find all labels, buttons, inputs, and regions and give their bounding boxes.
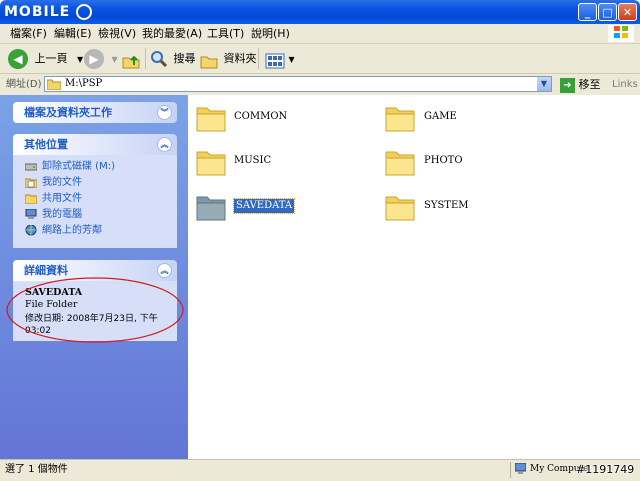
collapse-chevron-icon[interactable]: ︽ (157, 137, 172, 152)
address-folder-icon (46, 78, 62, 91)
folders-label: 資料夾 (223, 52, 257, 65)
other-places-panel: 其他位置 ︽ 卸除式磁碟 (M:) 我的文件 共用文件 我的電腦 網路上的芳鄰 (13, 134, 177, 248)
tasks-panel: 檔案及資料夾工作 ︾ (13, 102, 177, 123)
search-icon (150, 50, 168, 68)
tasks-panel-title: 檔案及資料夾工作 (24, 106, 112, 119)
views-button[interactable]: ▼ (265, 44, 295, 73)
folder-label: SYSTEM (424, 200, 469, 211)
close-button[interactable]: ✕ (618, 3, 637, 21)
link-label: 我的文件 (42, 177, 82, 188)
folder-label: MUSIC (234, 155, 272, 166)
my-documents-icon (24, 177, 38, 189)
folder-icon-selected (196, 193, 226, 221)
status-bar: 選了 1 個物件 My Compute #1191749 (0, 459, 640, 481)
network-icon (25, 224, 37, 236)
forward-button[interactable]: ▶ ▼ (84, 44, 118, 73)
expand-chevron-icon[interactable]: ︾ (157, 105, 172, 120)
back-label: 上一頁 (34, 52, 68, 65)
menu-edit[interactable]: 編輯(E) (54, 24, 92, 43)
tasks-panel-header[interactable]: 檔案及資料夾工作 ︾ (13, 102, 177, 123)
computer-status-icon (514, 462, 527, 475)
link-label: 共用文件 (42, 193, 82, 204)
status-text: 選了 1 個物件 (5, 464, 68, 475)
link-label: 卸除式磁碟 (M:) (42, 161, 115, 172)
search-label: 搜尋 (173, 52, 196, 65)
folder-label: PHOTO (424, 155, 463, 166)
back-button[interactable]: ◀ 上一頁 ▼ (8, 44, 83, 73)
logo-face-icon (76, 4, 93, 20)
up-folder-icon (122, 51, 140, 69)
file-view: COMMON GAME MUSIC PHOTO SAVEDATA SYSTEM (188, 95, 640, 459)
other-places-title: 其他位置 (24, 138, 68, 151)
menu-help[interactable]: 說明(H) (251, 24, 290, 43)
back-arrow-icon: ◀ (8, 49, 28, 69)
views-icon (265, 51, 285, 69)
watermark-logo: MOBILE (4, 1, 93, 23)
go-button[interactable]: ➜ 移至 (560, 76, 601, 93)
menu-bar: 檔案(F) 編輯(E) 檢視(V) 我的最愛(A) 工具(T) 說明(H) (0, 24, 640, 44)
address-dropdown-button[interactable]: ▼ (537, 77, 551, 91)
toolbar: ◀ 上一頁 ▼ ▶ ▼ 搜尋 資料夾 ▼ (0, 44, 640, 74)
folder-icon (385, 104, 415, 132)
menu-view[interactable]: 檢視(V) (98, 24, 136, 43)
menu-file[interactable]: 檔案(F) (10, 24, 47, 43)
annotation-ellipse (6, 277, 184, 343)
search-button[interactable]: 搜尋 (150, 44, 196, 73)
link-network-places[interactable]: 網路上的芳鄰 (13, 223, 177, 239)
folder-icon (385, 193, 415, 221)
folder-label: COMMON (234, 111, 288, 122)
folder-icon (196, 104, 226, 132)
menu-tools[interactable]: 工具(T) (207, 24, 244, 43)
title-bar: MOBILE _ □ ✕ (0, 0, 640, 24)
drive-icon (24, 161, 38, 172)
link-label: 網路上的芳鄰 (42, 225, 102, 236)
link-shared-documents[interactable]: 共用文件 (13, 191, 177, 207)
go-arrow-icon: ➜ (560, 77, 575, 93)
folder-label: GAME (424, 111, 457, 122)
toolbar-divider (145, 48, 146, 69)
folder-icon (196, 148, 226, 176)
link-my-computer[interactable]: 我的電腦 (13, 207, 177, 223)
folder-label: SAVEDATA (232, 198, 296, 214)
other-places-body: 卸除式磁碟 (M:) 我的文件 共用文件 我的電腦 網路上的芳鄰 (13, 155, 177, 248)
link-my-documents[interactable]: 我的文件 (13, 175, 177, 191)
menu-favorites[interactable]: 我的最愛(A) (142, 24, 202, 43)
shared-folder-icon (24, 193, 38, 205)
folders-icon (200, 51, 218, 69)
link-removable-disk[interactable]: 卸除式磁碟 (M:) (13, 159, 177, 175)
forward-arrow-icon: ▶ (84, 49, 104, 69)
other-places-header[interactable]: 其他位置 ︽ (13, 134, 177, 155)
status-divider (510, 462, 511, 478)
windows-logo-icon (608, 25, 634, 42)
toolbar-divider (258, 48, 259, 69)
address-bar: 網址(D) M:\PSP ▼ ➜ 移至 Links (0, 74, 640, 96)
logo-text: MOBILE (4, 4, 77, 20)
up-folder-button[interactable] (122, 44, 140, 73)
link-label: 我的電腦 (42, 209, 82, 220)
address-input[interactable]: M:\PSP ▼ (44, 76, 552, 92)
go-label: 移至 (578, 78, 601, 91)
address-value: M:\PSP (65, 78, 103, 89)
watermark-id: #1191749 (576, 463, 635, 476)
folder-icon (385, 148, 415, 176)
views-dropdown-icon[interactable]: ▼ (289, 55, 295, 64)
links-label[interactable]: Links (612, 74, 638, 95)
forward-dropdown-icon[interactable]: ▼ (112, 55, 118, 64)
back-dropdown-icon[interactable]: ▼ (77, 55, 83, 64)
minimize-button[interactable]: _ (578, 3, 597, 21)
maximize-button[interactable]: □ (598, 3, 617, 21)
computer-icon (25, 208, 37, 220)
address-label: 網址(D) (6, 79, 42, 90)
folders-button[interactable]: 資料夾 (200, 44, 257, 73)
